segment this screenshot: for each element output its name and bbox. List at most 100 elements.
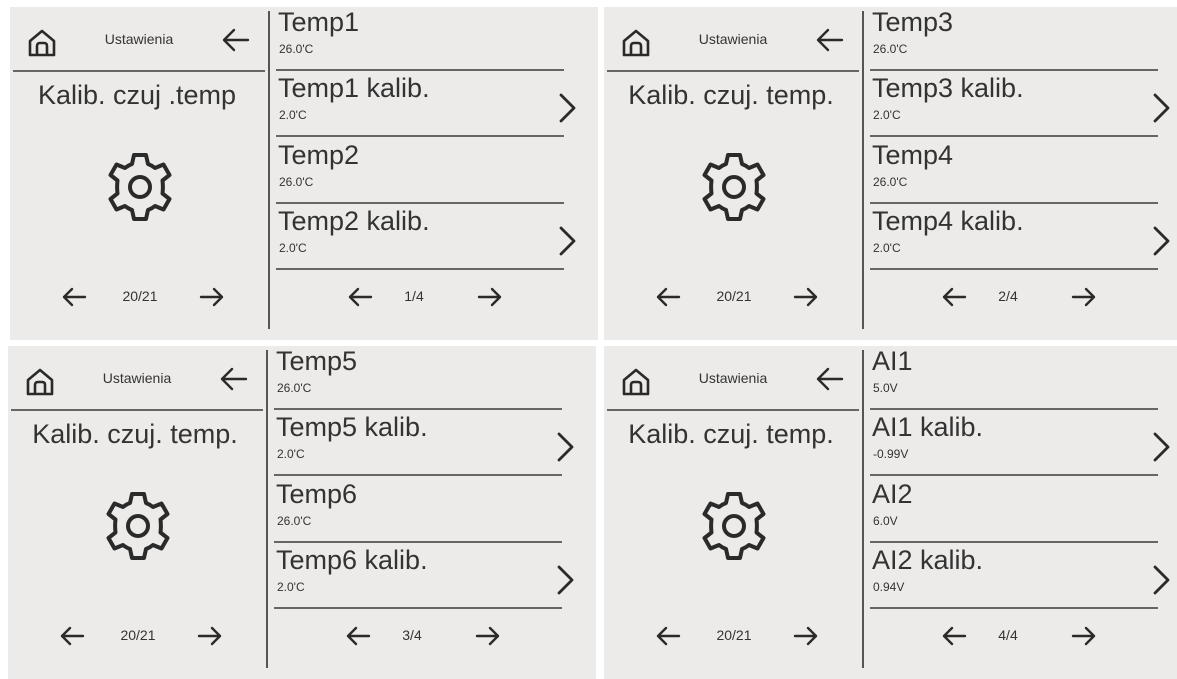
- list-item[interactable]: Temp4 kalib. 2.0'C: [870, 206, 1170, 270]
- right-pane: Temp1 26.0'C Temp1 kalib. 2.0'C Temp2 26…: [276, 7, 590, 340]
- screen-title: Kalib. czuj. temp.: [628, 80, 834, 110]
- param-label: Temp3: [872, 7, 954, 37]
- prev-screen-button[interactable]: [60, 283, 88, 311]
- param-value: 2.0'C: [277, 447, 305, 461]
- prev-page-button[interactable]: [940, 622, 968, 650]
- list-item[interactable]: AI1 kalib. -0.99V: [870, 412, 1170, 476]
- prev-page-button[interactable]: [940, 283, 968, 311]
- param-value: 26.0'C: [873, 42, 908, 56]
- open-item-button[interactable]: [556, 91, 578, 125]
- list-item[interactable]: Temp3 kalib. 2.0'C: [870, 73, 1170, 137]
- row-divider: [276, 268, 564, 270]
- row-divider: [870, 408, 1158, 410]
- param-value: -0.99V: [873, 447, 909, 461]
- param-label: Temp1: [278, 7, 360, 37]
- page-pager: 4/4: [998, 627, 1018, 643]
- open-item-button[interactable]: [1150, 91, 1172, 125]
- back-button[interactable]: [814, 363, 846, 395]
- next-page-button[interactable]: [476, 283, 504, 311]
- arrow-left-icon: [62, 287, 87, 307]
- home-button[interactable]: [26, 27, 58, 59]
- open-item-button[interactable]: [1150, 224, 1172, 258]
- home-button[interactable]: [620, 27, 652, 59]
- next-page-button[interactable]: [474, 622, 502, 650]
- right-pane: AI1 5.0V AI1 kalib. -0.99V AI2 6.0V AI2 …: [870, 346, 1177, 679]
- home-icon: [622, 29, 650, 57]
- list-item[interactable]: Temp1 26.0'C: [276, 7, 566, 71]
- arrow-right-icon: [477, 287, 502, 307]
- list-item[interactable]: Temp2 26.0'C: [276, 140, 566, 204]
- chevron-right-icon: [1153, 565, 1170, 595]
- param-value: 2.0'C: [279, 108, 307, 122]
- prev-page-button[interactable]: [344, 622, 372, 650]
- arrow-left-icon: [220, 367, 248, 391]
- param-value: 5.0V: [873, 381, 898, 395]
- list-item[interactable]: Temp6 kalib. 2.0'C: [274, 545, 574, 609]
- param-label: Temp3 kalib.: [872, 73, 1024, 103]
- arrow-right-icon: [1071, 626, 1096, 646]
- list-item[interactable]: Temp6 26.0'C: [274, 479, 564, 543]
- row-divider: [870, 202, 1158, 204]
- param-value: 26.0'C: [277, 514, 312, 528]
- prev-screen-button[interactable]: [654, 622, 682, 650]
- prev-screen-button[interactable]: [58, 622, 86, 650]
- next-screen-button[interactable]: [792, 283, 820, 311]
- back-button[interactable]: [218, 363, 250, 395]
- list-item[interactable]: Temp4 26.0'C: [870, 140, 1160, 204]
- home-button[interactable]: [24, 366, 56, 398]
- arrow-right-icon: [1071, 287, 1096, 307]
- home-icon: [28, 29, 56, 57]
- page-pager: 1/4: [404, 288, 424, 304]
- screen-title: Kalib. czuj .temp: [37, 80, 237, 110]
- next-page-button[interactable]: [1070, 283, 1098, 311]
- list-item[interactable]: Temp5 26.0'C: [274, 346, 564, 410]
- open-item-button[interactable]: [554, 563, 576, 597]
- arrow-right-icon: [793, 626, 818, 646]
- row-divider: [276, 202, 564, 204]
- arrow-right-icon: [199, 287, 224, 307]
- param-value: 2.0'C: [279, 241, 307, 255]
- param-label: AI1: [872, 346, 913, 376]
- header-divider: [607, 70, 859, 72]
- home-button[interactable]: [620, 366, 652, 398]
- list-item[interactable]: Temp2 kalib. 2.0'C: [276, 206, 576, 270]
- param-label: Temp1 kalib.: [278, 73, 430, 103]
- param-value: 2.0'C: [277, 580, 305, 594]
- next-screen-button[interactable]: [196, 622, 224, 650]
- header-title: Ustawienia: [102, 370, 172, 386]
- next-screen-button[interactable]: [792, 622, 820, 650]
- page-pager: 2/4: [998, 288, 1018, 304]
- settings-screen-1: Ustawienia Kalib. czuj .temp 20/21 Temp1…: [10, 7, 598, 340]
- prev-page-button[interactable]: [346, 283, 374, 311]
- param-label: Temp5: [276, 346, 358, 376]
- param-value: 26.0'C: [873, 175, 908, 189]
- next-page-button[interactable]: [1070, 622, 1098, 650]
- list-item[interactable]: Temp1 kalib. 2.0'C: [276, 73, 576, 137]
- header-divider: [607, 409, 859, 411]
- open-item-button[interactable]: [556, 224, 578, 258]
- next-screen-button[interactable]: [198, 283, 226, 311]
- open-item-button[interactable]: [554, 430, 576, 464]
- list-item[interactable]: Temp3 26.0'C: [870, 7, 1160, 71]
- param-label: AI2 kalib.: [872, 545, 984, 575]
- open-item-button[interactable]: [1150, 563, 1172, 597]
- param-label: Temp2: [278, 140, 360, 170]
- back-button[interactable]: [220, 24, 252, 56]
- pane-divider: [266, 350, 268, 668]
- list-item[interactable]: AI1 5.0V: [870, 346, 1160, 410]
- arrow-left-icon: [942, 626, 967, 646]
- list-item[interactable]: AI2 kalib. 0.94V: [870, 545, 1170, 609]
- param-value: 26.0'C: [279, 175, 314, 189]
- param-label: Temp6: [276, 479, 358, 509]
- open-item-button[interactable]: [1150, 430, 1172, 464]
- list-item[interactable]: AI2 6.0V: [870, 479, 1160, 543]
- screen-title: Kalib. czuj. temp.: [32, 419, 238, 449]
- arrow-left-icon: [222, 28, 250, 52]
- param-label: AI1 kalib.: [872, 412, 984, 442]
- list-item[interactable]: Temp5 kalib. 2.0'C: [274, 412, 574, 476]
- arrow-right-icon: [793, 287, 818, 307]
- prev-screen-button[interactable]: [654, 283, 682, 311]
- page-pager: 3/4: [402, 627, 422, 643]
- header-title: Ustawienia: [104, 31, 174, 47]
- back-button[interactable]: [814, 24, 846, 56]
